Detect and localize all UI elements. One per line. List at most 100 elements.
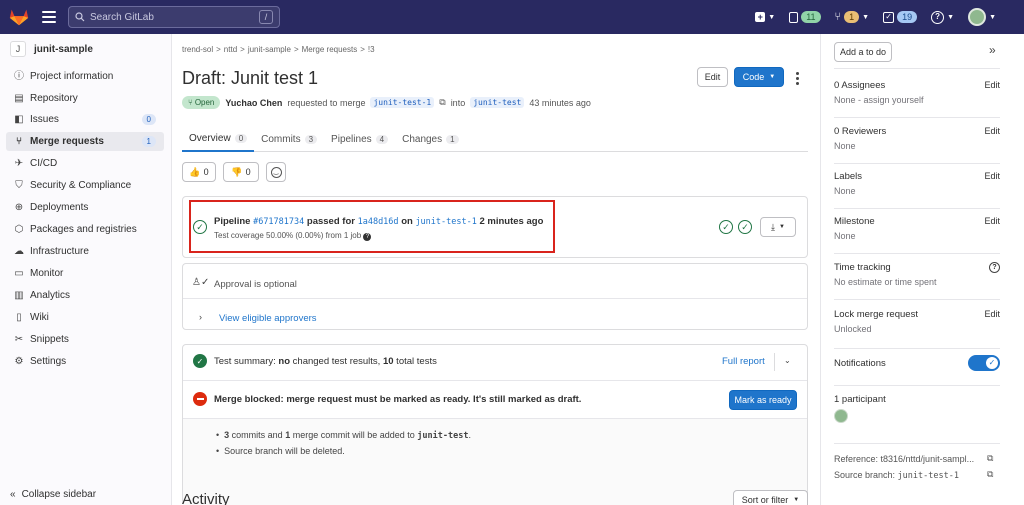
- help-icon[interactable]: ?: [363, 233, 372, 241]
- create-new-button[interactable]: + ▼: [755, 12, 775, 22]
- pipeline-id-link[interactable]: #671781734: [253, 217, 304, 227]
- time-tracking-section: Time tracking No estimate or time spent …: [834, 262, 1000, 300]
- tab-pipelines[interactable]: Pipelines 4: [324, 126, 395, 152]
- sidebar-item-label: Analytics: [30, 290, 71, 301]
- sidebar-item-snippets[interactable]: ✂ Snippets: [6, 330, 164, 349]
- user-menu-button[interactable]: ▼: [968, 8, 996, 26]
- sidebar-item-monitor[interactable]: ▭ Monitor: [6, 264, 164, 283]
- hamburger-menu-icon[interactable]: [42, 11, 56, 23]
- todos-count-badge: 19: [897, 11, 918, 23]
- sort-filter-button[interactable]: Sort or filter ▼: [733, 490, 808, 505]
- breadcrumb-group[interactable]: trend-sol: [182, 45, 213, 54]
- stage-passed-icon[interactable]: ✓: [738, 220, 752, 234]
- tab-changes[interactable]: Changes 1: [395, 126, 465, 152]
- gear-icon: ⚙: [14, 355, 24, 367]
- sidebar-item-label: Settings: [30, 356, 67, 367]
- help-icon: ?: [931, 10, 945, 24]
- lock-edit-button[interactable]: Edit: [984, 309, 1000, 319]
- copy-branch-icon[interactable]: ⧉: [987, 469, 993, 480]
- project-header[interactable]: J junit-sample: [0, 34, 171, 64]
- target-branch-code: junit-test: [417, 431, 469, 441]
- time-tracking-help-icon[interactable]: ?: [989, 262, 1000, 273]
- source-branch-label: Source branch:: [834, 470, 898, 480]
- milestone-edit-button[interactable]: Edit: [984, 216, 1000, 226]
- mr-meta: ⑂ Open Yuchao Chen requested to merge ju…: [182, 96, 591, 109]
- help-button[interactable]: ? ▼: [931, 10, 955, 24]
- breadcrumb-merge-requests[interactable]: Merge requests: [302, 45, 358, 54]
- test-summary-total: 10: [382, 356, 394, 367]
- source-branch[interactable]: junit-test-1: [370, 97, 435, 108]
- cloud-icon: ☁: [14, 245, 24, 257]
- sidebar-item-packages[interactable]: ⬡ Packages and registries: [6, 220, 164, 239]
- code-dropdown-button[interactable]: Code ▼: [734, 67, 784, 87]
- copy-icon[interactable]: ⧉: [439, 97, 445, 108]
- more-actions-icon[interactable]: [792, 68, 802, 88]
- full-report-link[interactable]: Full report: [722, 356, 765, 367]
- participant-avatar[interactable]: [834, 409, 848, 423]
- tab-count: 1: [446, 134, 459, 144]
- user-avatar: [968, 8, 987, 26]
- add-todo-button[interactable]: Add a to do: [834, 42, 892, 62]
- merge-request-icon: ⑂: [834, 11, 842, 23]
- sidebar-item-analytics[interactable]: ▥ Analytics: [6, 286, 164, 305]
- sidebar-item-project-information[interactable]: ⓘ Project information: [6, 67, 164, 86]
- sidebar-item-wiki[interactable]: ▯ Wiki: [6, 308, 164, 327]
- test-summary-prefix: Test summary:: [214, 356, 279, 367]
- source-branch-info: Source branch: junit-test-1: [834, 470, 959, 481]
- thumbs-down-button[interactable]: 👎 0: [223, 162, 259, 182]
- reviewers-edit-button[interactable]: Edit: [984, 126, 1000, 136]
- sidebar-item-security[interactable]: ⛉ Security & Compliance: [6, 176, 164, 195]
- notifications-toggle[interactable]: ✓: [968, 355, 1000, 371]
- edit-button[interactable]: Edit: [697, 67, 728, 87]
- copy-reference-icon[interactable]: ⧉: [987, 453, 993, 464]
- add-reaction-button[interactable]: ‿: [266, 162, 286, 182]
- thumbs-up-button[interactable]: 👍 0: [182, 162, 216, 182]
- breadcrumb-separator: >: [216, 45, 221, 54]
- collapse-sidebar-button[interactable]: « Collapse sidebar: [10, 489, 96, 500]
- test-summary-mid: changed test results,: [290, 356, 383, 367]
- sidebar-item-label: Infrastructure: [30, 246, 89, 257]
- labels-edit-button[interactable]: Edit: [984, 171, 1000, 181]
- sidebar-item-issues[interactable]: ◧ Issues 0: [6, 110, 164, 129]
- package-icon: ⬡: [14, 223, 24, 235]
- stage-passed-icon[interactable]: ✓: [719, 220, 733, 234]
- sidebar-item-ci-cd[interactable]: ✈ CI/CD: [6, 154, 164, 173]
- merge-requests-nav-button[interactable]: ⑂ 1 ▼: [834, 11, 869, 23]
- tab-overview[interactable]: Overview 0: [182, 126, 255, 152]
- collapse-right-sidebar-icon[interactable]: »: [989, 43, 996, 57]
- chevron-down-icon: ▼: [947, 13, 955, 21]
- notifications-section: Notifications ✓: [834, 355, 1000, 386]
- commit-link[interactable]: 1a48d16d: [358, 217, 399, 227]
- sidebar-item-merge-requests[interactable]: ⑂ Merge requests 1: [6, 132, 164, 151]
- author-link[interactable]: Yuchao Chen: [225, 98, 282, 108]
- sidebar-item-settings[interactable]: ⚙ Settings: [6, 352, 164, 371]
- expand-chevron-icon[interactable]: ⌄: [784, 356, 791, 365]
- mark-as-ready-button[interactable]: Mark as ready: [729, 390, 797, 410]
- pipeline-branch-link[interactable]: junit-test-1: [415, 217, 476, 227]
- issues-nav-button[interactable]: 11: [789, 11, 821, 23]
- pipeline-passed-icon[interactable]: ✓: [193, 220, 207, 234]
- breadcrumb-mr-id[interactable]: !3: [368, 45, 375, 54]
- todos-nav-button[interactable]: ✓ 19: [883, 11, 918, 23]
- chevron-right-icon[interactable]: ›: [199, 312, 202, 322]
- search-input[interactable]: Search GitLab /: [68, 6, 280, 28]
- gitlab-logo-icon[interactable]: [8, 6, 30, 28]
- sidebar-item-infrastructure[interactable]: ☁ Infrastructure: [6, 242, 164, 261]
- breadcrumb-subgroup[interactable]: nttd: [224, 45, 237, 54]
- breadcrumb-project[interactable]: junit-sample: [248, 45, 291, 54]
- target-branch[interactable]: junit-test: [470, 97, 525, 108]
- issues-badge: 0: [141, 114, 156, 125]
- time-tracking-title: Time tracking: [834, 262, 891, 273]
- breadcrumb: trend-sol > nttd > junit-sample > Merge …: [182, 45, 375, 54]
- approval-text: Approval is optional: [214, 279, 297, 290]
- assignees-value[interactable]: None - assign yourself: [834, 95, 1000, 105]
- milestone-value: None: [834, 231, 856, 241]
- labels-title: Labels: [834, 171, 862, 182]
- view-approvers-link[interactable]: View eligible approvers: [219, 313, 317, 324]
- tab-commits[interactable]: Commits 3: [254, 126, 324, 152]
- download-artifacts-button[interactable]: ⤓ ▼: [760, 217, 796, 237]
- assignees-edit-button[interactable]: Edit: [984, 80, 1000, 90]
- merge-commit-text: merge commit will be added to: [290, 430, 418, 440]
- sidebar-item-repository[interactable]: ▤ Repository: [6, 89, 164, 108]
- sidebar-item-deployments[interactable]: ⊕ Deployments: [6, 198, 164, 217]
